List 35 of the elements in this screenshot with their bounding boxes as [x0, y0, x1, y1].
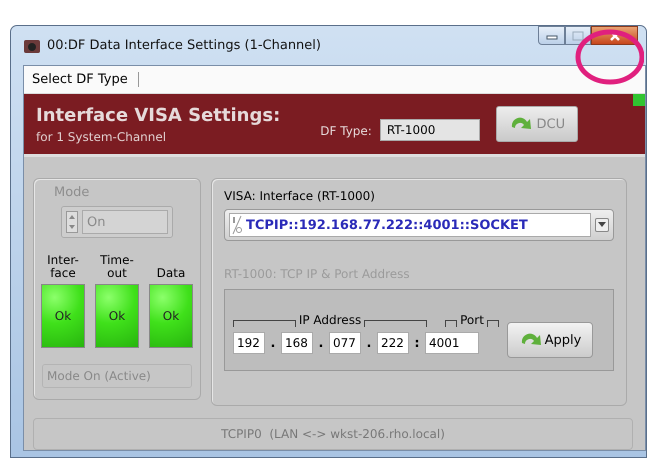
window-title: 00:DF Data Interface Settings (1-Channel)	[47, 38, 321, 53]
bracket-line	[233, 320, 296, 327]
dropdown-button[interactable]	[595, 218, 609, 232]
spinner-icon	[66, 211, 78, 233]
separator: .	[366, 336, 372, 350]
indicator-label: Time- out	[100, 252, 134, 280]
status-light: Ok	[41, 284, 85, 348]
status-bar: TCPIP0 (LAN <-> wkst-206.rho.local)	[33, 418, 633, 450]
mode-label: Mode	[54, 185, 90, 200]
indicator-label: Data	[156, 265, 186, 280]
status-light: Ok	[95, 284, 139, 348]
bracket-line	[486, 320, 500, 327]
df-type-field: RT-1000	[380, 119, 480, 141]
caret-icon	[598, 222, 606, 228]
mode-status-field: Mode On (Active)	[42, 364, 192, 388]
port-label: Port	[460, 313, 484, 327]
visa-label: VISA: Interface (RT-1000)	[224, 189, 376, 203]
bracket-line	[445, 320, 458, 327]
io-icon	[232, 215, 242, 235]
panel-title: Interface VISA Settings:	[36, 104, 280, 126]
panel-subtitle: for 1 System-Channel	[36, 130, 168, 144]
bracket-line	[364, 320, 428, 327]
ip-address-label: IP Address	[298, 313, 362, 327]
visa-resource-control[interactable]: TCPIP::192.168.77.222::4001::SOCKET	[224, 209, 614, 241]
separator: .	[318, 336, 324, 350]
highlight-ring	[576, 30, 644, 84]
status-light: Ok	[149, 284, 193, 348]
indicator-label: Inter- face	[47, 252, 79, 280]
separator: .	[270, 336, 276, 350]
separator: :	[413, 336, 421, 350]
menu-item[interactable]: Select DF Type	[32, 72, 139, 87]
camera-icon	[23, 38, 41, 54]
minimize-button[interactable]	[538, 26, 565, 45]
df-type-label: DF Type:	[320, 124, 372, 138]
maximize-icon	[572, 30, 584, 40]
